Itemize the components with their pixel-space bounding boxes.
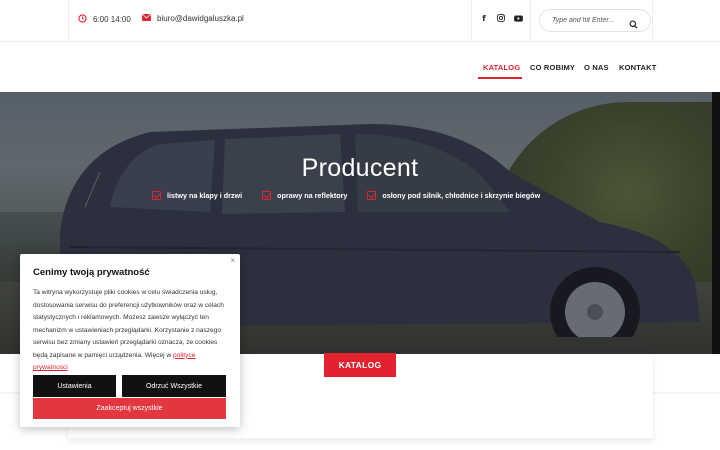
feature-item: osłony pod silnik, chłodnice i skrzynie … — [367, 191, 540, 200]
hours-text: 6:00 14:00 — [93, 15, 131, 24]
checkbox-icon — [262, 191, 272, 200]
reject-all-button[interactable]: Odrzuć Wszystkie — [122, 375, 226, 397]
feature-list: listwy na klapy i drzwi oprawy na reflek… — [152, 191, 540, 200]
cookie-body-text: Ta witryna wykorzystuje pliki cookies w … — [33, 289, 224, 359]
divider — [652, 0, 653, 42]
content-card-bottom — [68, 438, 653, 440]
hero-title: Producent — [301, 154, 419, 182]
divider — [471, 0, 472, 42]
checkbox-icon — [367, 191, 377, 200]
cookie-body: Ta witryna wykorzystuje pliki cookies w … — [33, 287, 227, 375]
feature-label: osłony pod silnik, chłodnice i skrzynie … — [382, 191, 541, 200]
nav-item-kontakt[interactable]: KONTAKT — [619, 63, 657, 72]
search-icon[interactable] — [629, 16, 638, 34]
nav-item-katalog[interactable]: KATALOG — [483, 63, 520, 72]
email-contact[interactable]: biuro@dawidgaluszka.pl — [141, 13, 244, 23]
cookie-consent-dialog: × Cenimy twoją prywatność Ta witryna wyk… — [20, 254, 240, 427]
nav-item-co-robimy[interactable]: CO ROBIMY — [530, 63, 575, 72]
katalog-button[interactable]: KATALOG — [324, 353, 396, 377]
active-nav-indicator — [478, 77, 522, 79]
hero-edge — [712, 92, 720, 354]
divider — [68, 0, 69, 42]
search-input[interactable] — [552, 17, 632, 24]
feature-label: oprawy na reflektory — [277, 191, 348, 200]
envelope-icon — [141, 13, 152, 23]
feature-item: oprawy na reflektory — [262, 191, 347, 200]
opening-hours: 6:00 14:00 — [78, 14, 131, 25]
nav-item-o-nas[interactable]: O NAS — [584, 63, 609, 72]
instagram-icon[interactable] — [494, 11, 508, 25]
feature-item: listwy na klapy i drzwi — [152, 191, 242, 200]
divider — [530, 0, 531, 42]
main-navigation: KATALOG CO ROBIMY O NAS KONTAKT — [0, 42, 720, 92]
cookie-button-row: Ustawienia Odrzuć Wszystkie — [33, 375, 226, 397]
cookie-title: Cenimy twoją prywatność — [33, 267, 150, 278]
checkbox-icon — [152, 191, 161, 200]
feature-label: listwy na klapy i drzwi — [167, 191, 243, 200]
search-box[interactable] — [539, 9, 651, 32]
accept-all-button[interactable]: Zaakceptuj wszystkie — [33, 398, 226, 419]
email-text[interactable]: biuro@dawidgaluszka.pl — [157, 14, 244, 23]
close-icon[interactable]: × — [230, 256, 235, 265]
clock-icon — [78, 14, 87, 25]
facebook-icon[interactable]: f — [477, 11, 491, 25]
youtube-icon[interactable] — [511, 11, 525, 25]
top-bar: 6:00 14:00 biuro@dawidgaluszka.pl f — [0, 0, 720, 42]
settings-button[interactable]: Ustawienia — [33, 375, 116, 397]
